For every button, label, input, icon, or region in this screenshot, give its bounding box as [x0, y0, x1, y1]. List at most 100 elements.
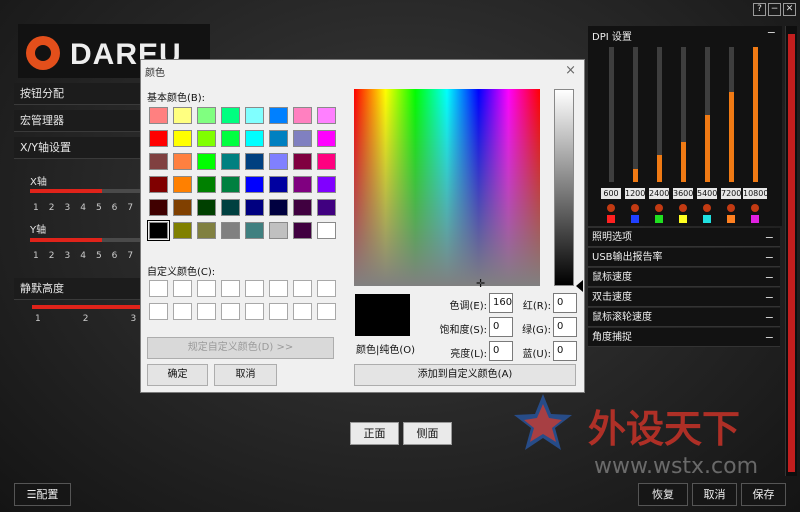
color-spectrum[interactable] [354, 89, 540, 286]
basic-color-swatch[interactable] [269, 199, 288, 216]
section-silent-height[interactable]: 静默高度 [14, 278, 144, 300]
dpi-level-bar[interactable] [633, 47, 638, 182]
dpi-level-indicator-icon[interactable] [655, 204, 663, 212]
saturation-input[interactable]: 0 [489, 317, 513, 337]
custom-color-swatch[interactable] [317, 280, 336, 297]
dpi-level-indicator-icon[interactable] [727, 204, 735, 212]
dpi-collapse-icon[interactable]: − [767, 26, 776, 39]
config-button[interactable]: ☰配置 [14, 483, 71, 506]
define-custom-colors-button[interactable]: 规定自定义颜色(D) >> [147, 337, 334, 359]
basic-color-swatch[interactable] [269, 176, 288, 193]
basic-color-swatch[interactable] [149, 153, 168, 170]
basic-color-swatch[interactable] [173, 222, 192, 239]
right-section-item[interactable]: USB输出报告率 − [588, 248, 780, 267]
basic-color-swatch[interactable] [269, 153, 288, 170]
dpi-level-bar[interactable] [705, 47, 710, 182]
basic-color-swatch[interactable] [293, 222, 312, 239]
x-axis-slider[interactable] [30, 189, 145, 193]
minimize-button[interactable]: − [768, 3, 781, 16]
cancel-button[interactable]: 取消 [692, 483, 737, 506]
dpi-level-color[interactable] [751, 215, 759, 223]
dpi-level-bar[interactable] [753, 47, 758, 182]
basic-color-swatch[interactable] [197, 107, 216, 124]
dpi-level-color[interactable] [631, 215, 639, 223]
custom-color-swatch[interactable] [197, 303, 216, 320]
section-button-assign[interactable]: 按钮分配 [14, 83, 144, 105]
basic-color-swatch[interactable] [173, 107, 192, 124]
luminance-slider[interactable] [554, 89, 574, 286]
help-button[interactable]: ? [753, 3, 766, 16]
dialog-cancel-button[interactable]: 取消 [214, 364, 277, 386]
red-input[interactable]: 0 [553, 293, 577, 313]
collapse-icon[interactable]: − [765, 228, 774, 247]
basic-color-swatch[interactable] [293, 199, 312, 216]
side-view-button[interactable]: 侧面 [403, 422, 452, 445]
dpi-level-color[interactable] [679, 215, 687, 223]
basic-color-swatch[interactable] [149, 176, 168, 193]
dpi-level-color[interactable] [607, 215, 615, 223]
basic-color-swatch[interactable] [173, 153, 192, 170]
basic-color-swatch[interactable] [245, 176, 264, 193]
basic-color-swatch[interactable] [269, 107, 288, 124]
custom-color-swatch[interactable] [293, 280, 312, 297]
basic-color-swatch[interactable] [147, 220, 170, 241]
basic-color-swatch[interactable] [173, 130, 192, 147]
basic-color-swatch[interactable] [293, 130, 312, 147]
basic-color-swatch[interactable] [221, 153, 240, 170]
dpi-level-bar[interactable] [609, 47, 614, 182]
basic-color-swatch[interactable] [317, 222, 336, 239]
basic-color-swatch[interactable] [317, 130, 336, 147]
basic-color-swatch[interactable] [317, 199, 336, 216]
section-macro-manager[interactable]: 宏管理器 [14, 110, 144, 132]
right-section-item[interactable]: 照明选项 − [588, 228, 780, 247]
close-button[interactable]: ✕ [783, 3, 796, 16]
dpi-level-indicator-icon[interactable] [703, 204, 711, 212]
right-section-item[interactable]: 鼠标速度 − [588, 268, 780, 287]
luminance-input[interactable]: 0 [489, 341, 513, 361]
basic-color-swatch[interactable] [245, 199, 264, 216]
collapse-icon[interactable]: − [765, 308, 774, 327]
basic-color-swatch[interactable] [149, 107, 168, 124]
blue-input[interactable]: 0 [553, 341, 577, 361]
basic-color-swatch[interactable] [221, 107, 240, 124]
right-section-item[interactable]: 双击速度 − [588, 288, 780, 307]
custom-color-swatch[interactable] [149, 303, 168, 320]
collapse-icon[interactable]: − [765, 288, 774, 307]
save-button[interactable]: 保存 [741, 483, 786, 506]
custom-color-swatch[interactable] [221, 303, 240, 320]
basic-color-swatch[interactable] [317, 176, 336, 193]
y-axis-slider[interactable] [30, 238, 145, 242]
basic-color-swatch[interactable] [317, 107, 336, 124]
custom-color-swatch[interactable] [317, 303, 336, 320]
custom-color-swatch[interactable] [269, 303, 288, 320]
custom-color-swatch[interactable] [221, 280, 240, 297]
custom-color-swatch[interactable] [197, 280, 216, 297]
basic-color-swatch[interactable] [221, 130, 240, 147]
custom-color-swatch[interactable] [149, 280, 168, 297]
basic-color-swatch[interactable] [197, 199, 216, 216]
collapse-icon[interactable]: − [765, 328, 774, 347]
green-input[interactable]: 0 [553, 317, 577, 337]
collapse-icon[interactable]: − [765, 248, 774, 267]
restore-button[interactable]: 恢复 [638, 483, 688, 506]
dpi-level-color[interactable] [727, 215, 735, 223]
basic-color-swatch[interactable] [197, 222, 216, 239]
basic-color-swatch[interactable] [293, 176, 312, 193]
dpi-level-indicator-icon[interactable] [631, 204, 639, 212]
dialog-close-icon[interactable]: × [565, 63, 576, 78]
custom-color-swatch[interactable] [293, 303, 312, 320]
basic-color-swatch[interactable] [317, 153, 336, 170]
dpi-level-bar[interactable] [681, 47, 686, 182]
basic-color-swatch[interactable] [197, 153, 216, 170]
basic-color-swatch[interactable] [221, 176, 240, 193]
dpi-level-bar[interactable] [657, 47, 662, 182]
scrollbar-thumb[interactable] [788, 34, 795, 472]
basic-color-swatch[interactable] [269, 130, 288, 147]
ok-button[interactable]: 确定 [147, 364, 208, 386]
add-custom-color-button[interactable]: 添加到自定义颜色(A) [354, 364, 576, 386]
dpi-level-indicator-icon[interactable] [679, 204, 687, 212]
basic-color-swatch[interactable] [293, 107, 312, 124]
section-xy-axis[interactable]: X/Y轴设置 [14, 137, 144, 159]
hue-input[interactable]: 160 [489, 293, 513, 313]
custom-color-swatch[interactable] [173, 280, 192, 297]
